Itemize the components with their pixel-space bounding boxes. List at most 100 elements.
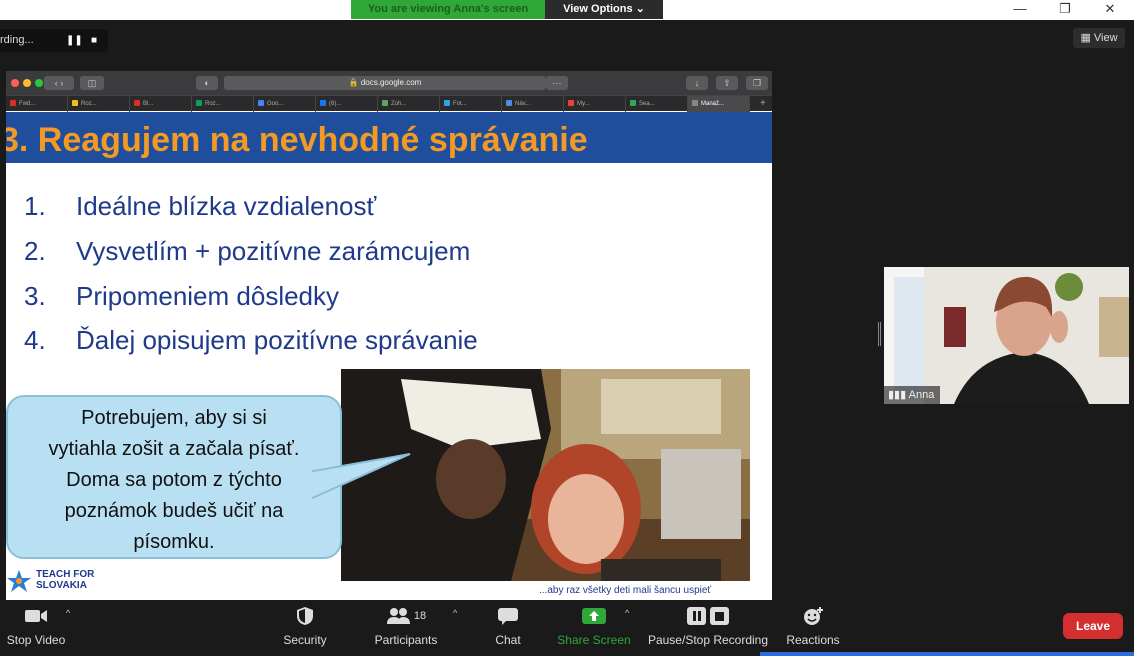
browser-tab-bar: Fwd... Roz... Bl... Roz... Goo... (6)... Zoh..… xyxy=(6,95,772,112)
reactions-button[interactable]: Reactions xyxy=(782,600,844,656)
tab-favicon-icon xyxy=(196,100,202,106)
chat-button[interactable]: Chat xyxy=(484,600,532,656)
browser-tab[interactable]: Goo... xyxy=(254,96,316,112)
restore-icon[interactable]: ❐ xyxy=(1045,0,1085,20)
reactions-label: Reactions xyxy=(786,633,840,647)
browser-tab[interactable]: Sea... xyxy=(626,96,688,112)
new-tab-icon[interactable]: + xyxy=(756,96,772,112)
tabs-overview-icon[interactable]: ❐ xyxy=(746,76,768,90)
zoom-dot-icon[interactable] xyxy=(35,79,43,87)
caret-up-icon[interactable]: ^ xyxy=(66,608,70,618)
browser-tab[interactable]: My... xyxy=(564,96,626,112)
browser-tab[interactable]: Manaž... xyxy=(688,96,750,112)
bubble-line: vytiahla zošit a začala písať. xyxy=(48,438,300,460)
tab-favicon-icon xyxy=(134,100,140,106)
list-number: 4. xyxy=(24,325,46,355)
participant-name-tag: ▮▮▮ Anna xyxy=(884,386,941,404)
chat-label: Chat xyxy=(495,633,521,647)
tab-favicon-icon xyxy=(10,100,16,106)
chevron-down-icon: ⌄ xyxy=(635,3,645,15)
share-screen-label: Share Screen xyxy=(557,633,631,647)
list-item: 2. Vysvetlím + pozitívne zarámcujem xyxy=(24,236,470,267)
minimize-icon[interactable]: — xyxy=(1000,0,1040,20)
browser-tab[interactable]: Fwd... xyxy=(6,96,68,112)
list-text: Pripomeniem dôsledky xyxy=(76,281,340,311)
view-button[interactable]: ▦ View xyxy=(1073,28,1125,48)
security-button[interactable]: Security xyxy=(272,600,338,656)
list-number: 2. xyxy=(24,236,46,266)
list-number: 3. xyxy=(24,281,46,311)
browser-tab[interactable]: Fot... xyxy=(440,96,502,112)
stop-recording-icon[interactable]: ■ xyxy=(91,29,97,52)
shared-screen: ‹ › ◫ ◐ 🔒 docs.google.com ⋯ ↓ ⇧ ❐ Fwd...… xyxy=(6,71,772,601)
resize-handle[interactable] xyxy=(878,322,881,346)
pause-recording-label: Pause/Stop Recording xyxy=(647,633,769,647)
url-bar[interactable]: 🔒 docs.google.com xyxy=(224,76,546,90)
browser-tab[interactable]: Zoh... xyxy=(378,96,440,112)
browser-toolbar: ‹ › ◫ ◐ 🔒 docs.google.com ⋯ ↓ ⇧ ❐ xyxy=(6,71,772,95)
participants-icon: 18 xyxy=(368,600,444,632)
participant-video[interactable]: ▮▮▮ Anna xyxy=(884,267,1129,404)
tab-favicon-icon xyxy=(320,100,326,106)
accent-stripe xyxy=(760,652,1134,656)
participants-button[interactable]: 18 Participants xyxy=(368,600,444,656)
tab-favicon-icon xyxy=(506,100,512,106)
browser-tab[interactable]: Roz... xyxy=(192,96,254,112)
participants-count: 18 xyxy=(413,610,427,622)
share-screen-button[interactable]: Share Screen xyxy=(554,600,634,656)
browser-tab-label: Bl... xyxy=(143,101,154,107)
browser-tab[interactable]: Roz... xyxy=(68,96,130,112)
minimize-dot-icon[interactable] xyxy=(23,79,31,87)
pause-recording-icon[interactable]: ❚❚ xyxy=(66,29,83,52)
browser-tab-label: Goo... xyxy=(267,101,284,107)
browser-tab-label: Fot... xyxy=(453,101,467,107)
view-label: View xyxy=(1093,32,1118,44)
bubble-tail xyxy=(306,453,411,502)
shield-icon[interactable]: ◐ xyxy=(196,76,218,90)
view-options-button[interactable]: View Options ⌄ xyxy=(545,0,663,19)
sidebar-icon[interactable]: ◫ xyxy=(80,76,104,90)
tab-favicon-icon xyxy=(630,100,636,106)
share-icon[interactable]: ⇧ xyxy=(716,76,738,90)
participant-name: Anna xyxy=(908,389,935,401)
logo-line-1: TEACH FOR xyxy=(36,569,95,580)
participants-label: Participants xyxy=(374,633,438,647)
star-logo-icon xyxy=(7,570,31,592)
browser-tab-label: Zoh... xyxy=(391,101,407,107)
share-screen-icon xyxy=(554,600,634,632)
download-icon[interactable]: ↓ xyxy=(686,76,708,90)
teach-for-slovakia-logo: TEACH FOR SLOVAKIA xyxy=(6,569,136,593)
browser-tab-label: My... xyxy=(577,101,590,107)
tab-favicon-icon xyxy=(568,100,574,106)
browser-tab[interactable]: Náv... xyxy=(502,96,564,112)
participant-video-image xyxy=(884,267,1129,404)
bubble-line: poznámok budeš učiť na xyxy=(64,500,284,522)
video-camera-icon xyxy=(0,600,72,632)
close-icon[interactable]: ✕ xyxy=(1090,0,1130,20)
meeting-toolbar: Stop Video ^ Security 18 Participants ^ … xyxy=(0,600,1134,656)
tab-favicon-icon xyxy=(258,100,264,106)
list-text: Vysvetlím + pozitívne zarámcujem xyxy=(76,236,471,266)
browser-tab-label: Fwd... xyxy=(19,101,36,107)
pause-stop-recording-button[interactable]: Pause/Stop Recording xyxy=(646,600,770,656)
list-number: 1. xyxy=(24,191,46,221)
browser-tab-label: Roz... xyxy=(81,101,97,107)
security-label: Security xyxy=(283,633,327,647)
speech-bubble: Potrebujem, aby si si vytiahla zošit a z… xyxy=(6,395,342,559)
browser-tab[interactable]: (6)... xyxy=(316,96,378,112)
chat-bubble-icon xyxy=(484,600,532,632)
bubble-line: Doma sa potom z týchto xyxy=(66,469,282,491)
leave-button[interactable]: Leave xyxy=(1063,613,1123,639)
bubble-line: písomku. xyxy=(133,531,215,553)
back-forward-icon[interactable]: ‹ › xyxy=(44,76,74,90)
grid-apps-icon[interactable]: ⋯ xyxy=(546,76,568,90)
shield-icon xyxy=(272,600,338,632)
slide: 3. Reagujem na nevhodné správanie 1. Ideá… xyxy=(6,112,772,601)
stop-video-button[interactable]: Stop Video xyxy=(0,600,72,656)
caret-up-icon[interactable]: ^ xyxy=(453,608,457,618)
caret-up-icon[interactable]: ^ xyxy=(625,608,629,618)
close-dot-icon[interactable] xyxy=(11,79,19,87)
browser-tab[interactable]: Bl... xyxy=(130,96,192,112)
list-text: Ideálne blízka vzdialenosť xyxy=(76,191,377,221)
tab-favicon-icon xyxy=(444,100,450,106)
